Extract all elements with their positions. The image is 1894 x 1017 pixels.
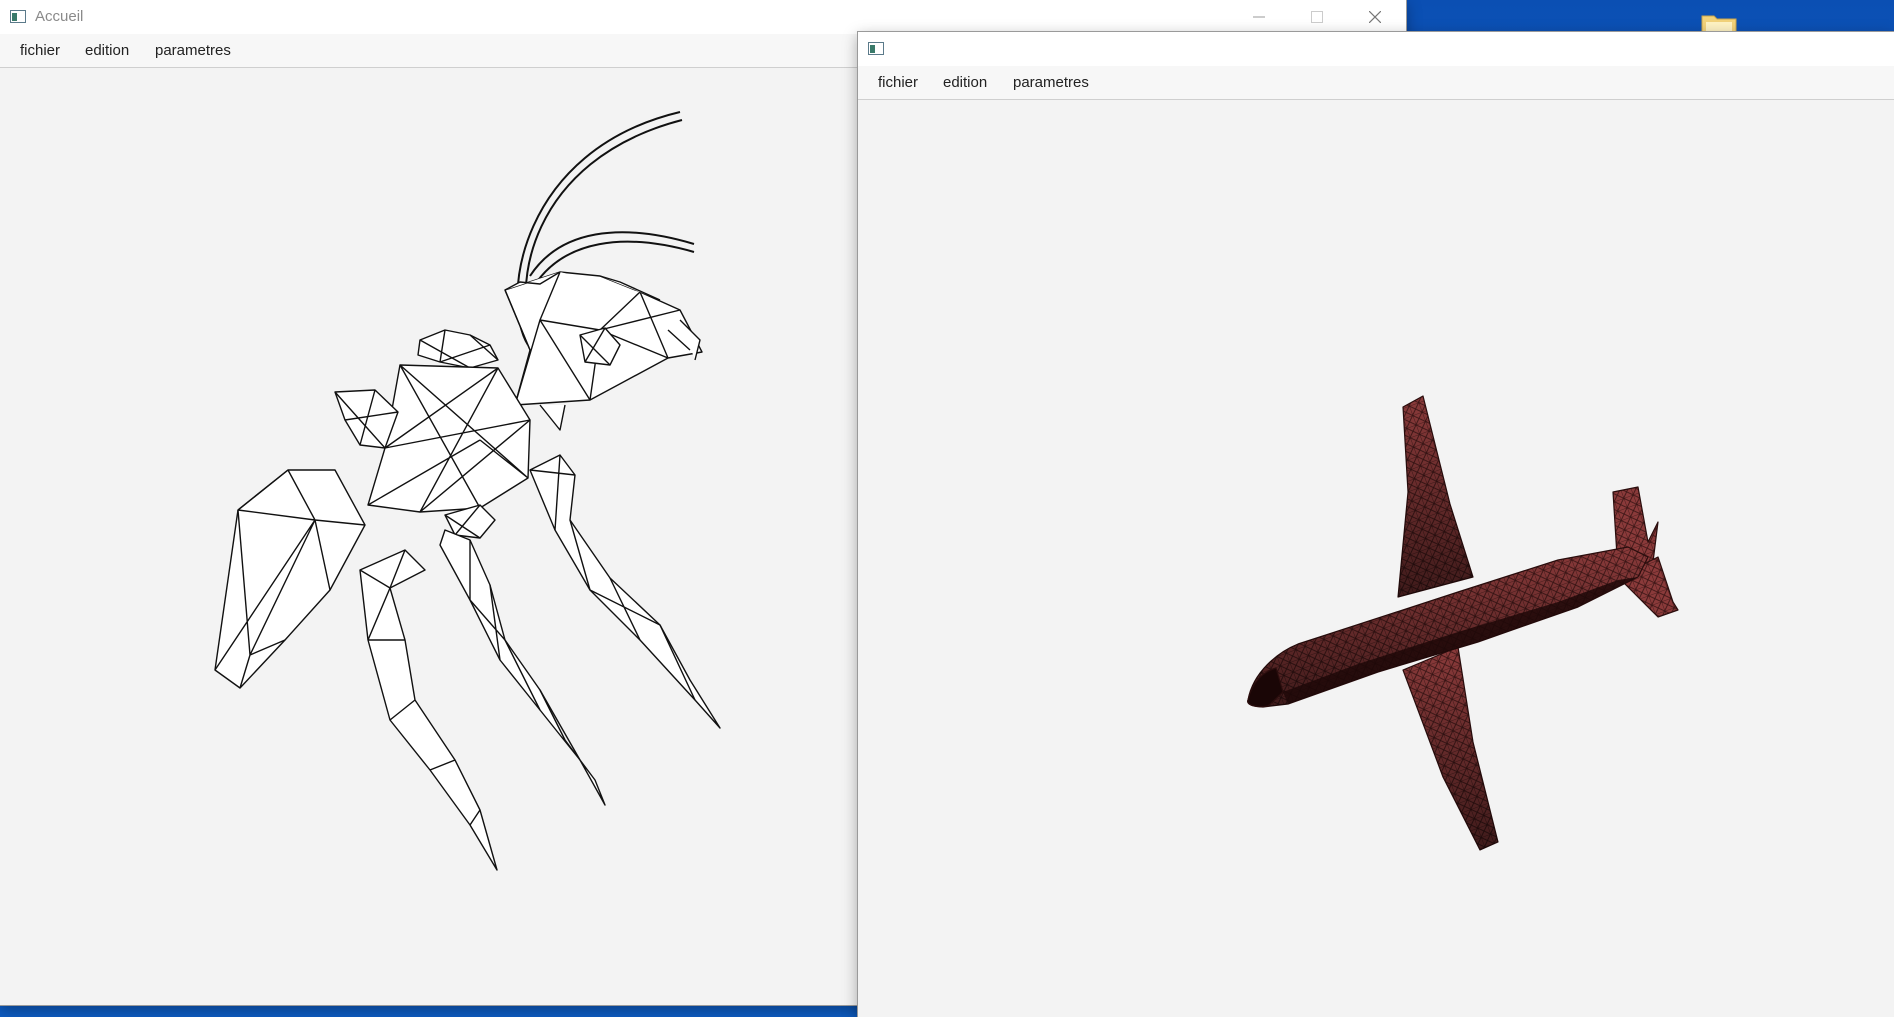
window-title: Accueil xyxy=(35,8,84,25)
close-button[interactable] xyxy=(1346,0,1404,34)
maximize-icon xyxy=(1311,11,1323,23)
minimize-button[interactable] xyxy=(1230,0,1288,34)
menu-fichier[interactable]: fichier xyxy=(878,74,918,91)
menu-fichier[interactable]: fichier xyxy=(20,42,60,59)
java-app-icon xyxy=(10,10,26,23)
menu-parametres[interactable]: parametres xyxy=(1013,74,1089,91)
menu-parametres[interactable]: parametres xyxy=(155,42,231,59)
wireframe-ant-model xyxy=(214,111,721,871)
render-canvas[interactable] xyxy=(858,100,1894,1017)
menu-bar: fichier edition parametres xyxy=(858,66,1894,100)
title-bar[interactable]: Accueil xyxy=(0,0,1406,34)
title-bar[interactable] xyxy=(858,32,1894,66)
menu-edition[interactable]: edition xyxy=(85,42,129,59)
shaded-airplane-model xyxy=(1247,395,1679,851)
maximize-button[interactable] xyxy=(1288,0,1346,34)
viewer-window: fichier edition parametres xyxy=(858,32,1894,1017)
java-app-icon xyxy=(868,42,884,55)
minimize-icon xyxy=(1253,16,1265,18)
close-icon xyxy=(1369,11,1381,23)
menu-edition[interactable]: edition xyxy=(943,74,987,91)
